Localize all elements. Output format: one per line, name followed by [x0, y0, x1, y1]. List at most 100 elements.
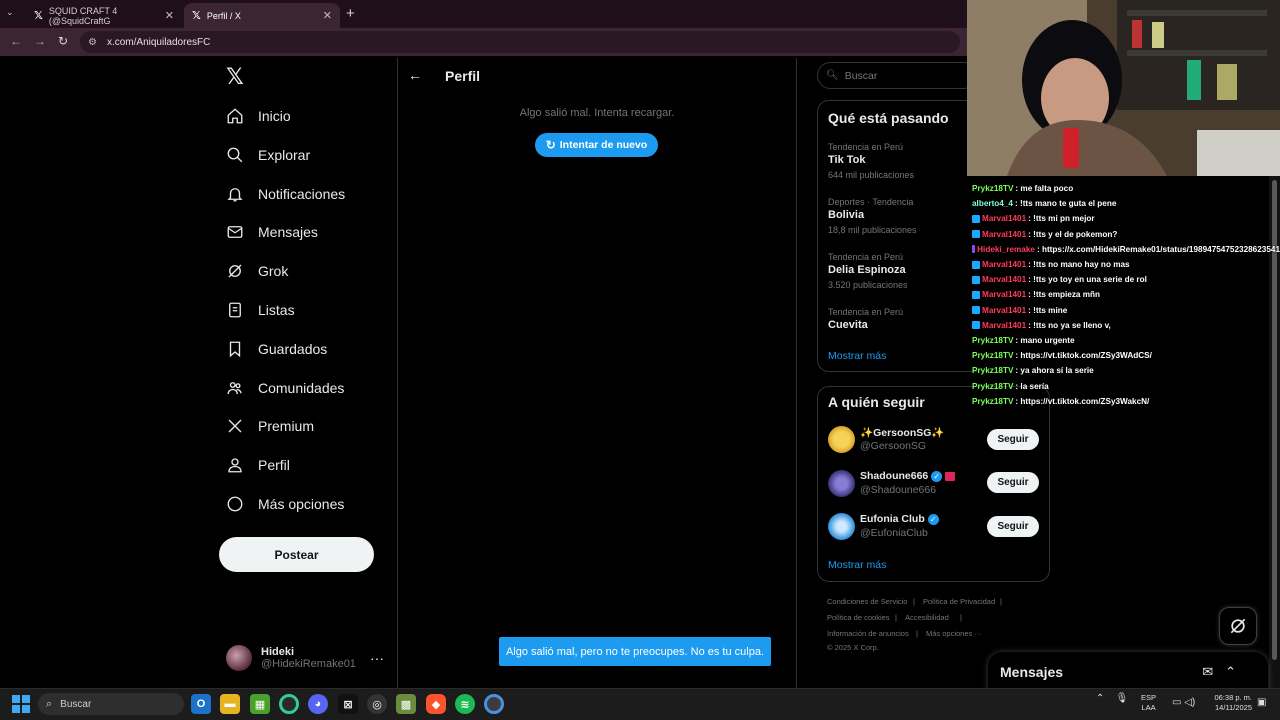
footer-separator: | [1000, 597, 1002, 606]
mail-icon [226, 223, 244, 241]
spotify-icon[interactable]: ≋ [455, 694, 475, 714]
close-tab-icon[interactable]: ✕ [323, 9, 332, 22]
trend-name[interactable]: Delia Espinoza [828, 264, 906, 276]
discord-icon[interactable]: ◕ [308, 694, 328, 714]
more-dots-icon[interactable]: ··· [370, 650, 384, 666]
messages-drawer[interactable]: Mensajes ✉⌃ [988, 652, 1268, 692]
minecraft-icon[interactable]: ▦ [250, 694, 270, 714]
follow-handle: @GersoonSG [860, 440, 927, 452]
browser-tab-squidcraft[interactable]: 𝕏 SQUID CRAFT 4 (@SquidCraftG ✕ [26, 3, 182, 28]
notification-bell-icon[interactable]: ▣ [1257, 697, 1266, 708]
footer-link[interactable]: Condiciones de Servicio [827, 597, 907, 606]
footer-link[interactable]: Accesibilidad [905, 613, 949, 622]
footer-separator: | [960, 613, 962, 622]
sidebar-item-premium[interactable]: Premium [226, 411, 314, 441]
follow-button[interactable]: Seguir [987, 472, 1039, 493]
grok-float-button[interactable] [1219, 607, 1257, 645]
avatar[interactable] [828, 513, 855, 540]
capcut-icon[interactable]: ⊠ [338, 694, 358, 714]
sidebar-item-comunidades[interactable]: Comunidades [226, 373, 344, 403]
grok-icon [226, 262, 244, 280]
footer-link[interactable]: Política de cookies [827, 613, 890, 622]
chat-text: : mano urgente [1015, 335, 1075, 345]
forward-icon[interactable]: → [34, 34, 46, 48]
site-info-icon[interactable]: ⚙ [88, 37, 97, 48]
outlook-icon[interactable]: O [191, 694, 211, 714]
follow-name[interactable]: Eufonia Club ✓ [860, 513, 939, 525]
chat-username: Marval1401 [982, 305, 1027, 315]
windows-start-icon[interactable] [12, 695, 30, 713]
clock[interactable]: 06:38 p. m. 14/11/2025 [1206, 693, 1252, 713]
chrome-icon[interactable] [279, 694, 299, 714]
sidebar-item-label: Más opciones [258, 496, 345, 512]
sidebar-item-grok[interactable]: Grok [226, 256, 288, 286]
chat-message: Prykz18TV: ya ahora sí la serie [972, 363, 1280, 378]
sidebar-item-mas-opciones[interactable]: Más opciones [226, 489, 344, 519]
new-message-icon[interactable]: ✉ [1202, 664, 1225, 679]
sidebar-item-guardados[interactable]: Guardados [226, 334, 327, 364]
follow-name[interactable]: Shadoune666 ✓ [860, 470, 956, 482]
chat-text: : !tts no mano hay no mas [1028, 260, 1130, 270]
file-explorer-icon[interactable]: ▬ [220, 694, 240, 714]
trend-meta: Deportes · Tendencia [828, 197, 914, 207]
search-input[interactable]: 🔍︎ Buscar [817, 62, 977, 89]
reload-icon[interactable]: ↻ [58, 34, 68, 48]
taskbar-search-input[interactable]: ⌕ Buscar [38, 693, 184, 715]
sidebar-item-listas[interactable]: Listas [226, 295, 295, 325]
bookmark-icon [226, 340, 244, 358]
footer-separator: | [913, 597, 915, 606]
brave-icon[interactable]: ◆ [426, 694, 446, 714]
sidebar-item-notificaciones[interactable]: Notificaciones [226, 179, 345, 209]
follow-button[interactable]: Seguir [987, 429, 1039, 450]
x-favicon-icon: 𝕏 [34, 10, 43, 22]
x-favicon-icon: 𝕏 [192, 10, 201, 22]
back-icon[interactable]: ← [10, 34, 22, 48]
new-tab-icon[interactable]: + [346, 5, 355, 22]
sidebar-item-inicio[interactable]: Inicio [226, 101, 291, 131]
minecraft-launcher-icon[interactable]: ▩ [396, 694, 416, 714]
tab-label: SQUID CRAFT 4 (@SquidCraftG [48, 5, 118, 26]
trend-name[interactable]: Cuevita [828, 319, 868, 331]
follow-handle: @EufoniaClub [860, 527, 928, 539]
footer-link[interactable]: Más opciones ··· [926, 629, 982, 638]
address-bar[interactable]: ⚙ x.com/AniquiladoresFC [80, 31, 960, 53]
footer-separator: | [916, 629, 918, 638]
trend-name[interactable]: Tik Tok [828, 154, 866, 166]
sidebar-item-perfil[interactable]: Perfil [226, 450, 290, 480]
footer-link[interactable]: Información de anuncios [827, 629, 909, 638]
chat-text: : !tts y el de pokemon? [1028, 229, 1118, 239]
taskbar-search-placeholder: Buscar [60, 698, 92, 710]
expand-icon[interactable]: ⌃ [1225, 664, 1248, 679]
sidebar-item-explorar[interactable]: Explorar [226, 140, 310, 170]
chrome-profile-icon[interactable] [484, 694, 504, 714]
avatar[interactable] [828, 470, 855, 497]
close-tab-icon[interactable]: ✕ [165, 9, 174, 22]
network-volume-icon[interactable]: ▭ ◁) [1172, 697, 1195, 708]
chat-message: Prykz18TV: https://vt.tiktok.com/ZSy3Wak… [972, 394, 1280, 409]
footer-link[interactable]: Política de Privacidad [923, 597, 995, 606]
chat-message: Prykz18TV: me falta poco [972, 181, 1280, 196]
sidebar-item-mensajes[interactable]: Mensajes [226, 217, 318, 247]
follow-button[interactable]: Seguir [987, 516, 1039, 537]
trend-meta: Tendencia en Perú [828, 252, 904, 262]
chat-text: : !tts mi pn mejor [1028, 214, 1095, 224]
browser-tab-perfil[interactable]: 𝕏 Perfil / X ✕ [184, 3, 340, 28]
account-switcher[interactable]: Hideki @HidekiRemake01 [226, 640, 391, 676]
follow-title: A quién seguir [828, 394, 925, 410]
avatar[interactable] [828, 426, 855, 453]
trend-name[interactable]: Bolivia [828, 209, 864, 221]
retry-button[interactable]: ↻ Intentar de nuevo [535, 133, 658, 157]
input-language[interactable]: ESP LAA [1141, 693, 1156, 713]
obs-icon[interactable]: ◎ [367, 694, 387, 714]
tab-search-icon[interactable]: ⌄ [6, 7, 14, 18]
post-button[interactable]: Postear [219, 537, 374, 572]
show-more-trends-link[interactable]: Mostrar más [828, 350, 886, 362]
chat-text: : https://x.com/HidekiRemake01/status/19… [1036, 244, 1280, 254]
follow-name[interactable]: ✨GersoonSG✨ [860, 426, 945, 439]
system-tray[interactable]: ⌃ 🎙︎ [1096, 693, 1128, 704]
back-arrow-icon[interactable]: ← [408, 67, 422, 83]
chat-text: : !tts empieza mñn [1028, 290, 1101, 300]
sidebar-item-label: Guardados [258, 341, 328, 357]
show-more-follow-link[interactable]: Mostrar más [828, 559, 886, 571]
x-logo-icon[interactable]: 𝕏 [226, 64, 244, 90]
